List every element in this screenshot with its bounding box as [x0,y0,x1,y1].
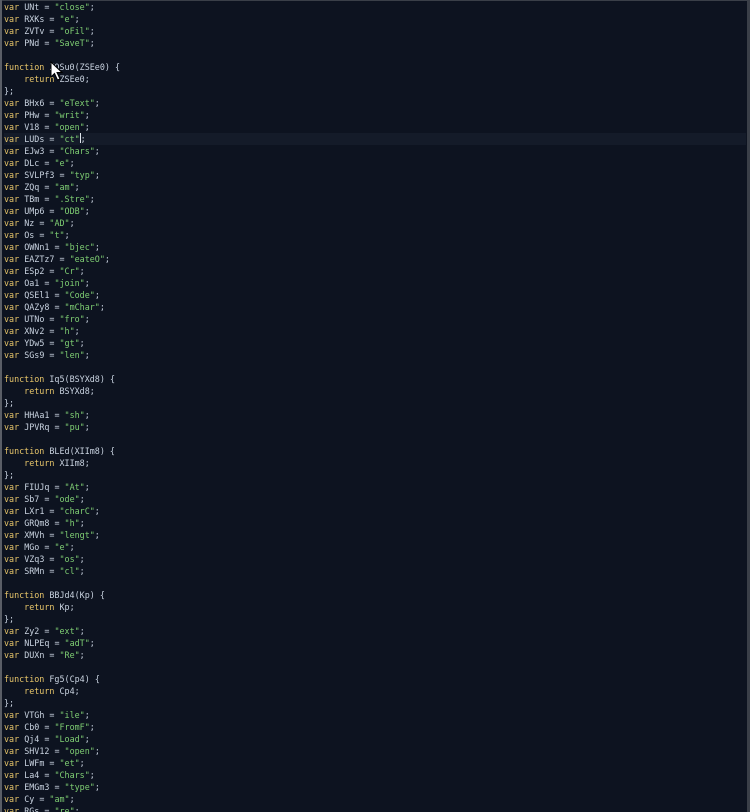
code-line[interactable]: var Nz = "AD"; [4,217,746,229]
code-line[interactable]: var FIUJq = "At"; [4,481,746,493]
code-line[interactable]: var UMp6 = "ODB"; [4,205,746,217]
code-line[interactable]: var RXKs = "e"; [4,13,746,25]
code-line[interactable]: }; [4,469,746,481]
code-line[interactable]: var LUDs = "ct"; [4,133,746,145]
code-line[interactable]: var SGs9 = "len"; [4,349,746,361]
code-line[interactable]: var TBm = ".Stre"; [4,193,746,205]
code-line[interactable]: var PNd = "SaveT"; [4,37,746,49]
code-line[interactable]: var XMVh = "lengt"; [4,529,746,541]
code-line[interactable]: var Cy = "am"; [4,793,746,805]
code-line[interactable]: var JPVRq = "pu"; [4,421,746,433]
code-line[interactable]: return Cp4; [4,685,746,697]
code-line[interactable]: var La4 = "Chars"; [4,769,746,781]
code-line[interactable]: var VTGh = "ile"; [4,709,746,721]
code-line[interactable]: function ZOSu0(ZSEe0) { [4,61,746,73]
code-line[interactable]: var DUXn = "Re"; [4,649,746,661]
code-line[interactable]: var EMGm3 = "type"; [4,781,746,793]
code-line[interactable]: var UTNo = "fro"; [4,313,746,325]
code-line[interactable]: var Sb7 = "ode"; [4,493,746,505]
code-line[interactable]: }; [4,613,746,625]
code-line[interactable]: var QAZy8 = "mChar"; [4,301,746,313]
code-line[interactable]: var Os = "t"; [4,229,746,241]
mouse-pointer-icon [50,61,64,81]
code-line[interactable]: function BLEd(XIIm8) { [4,445,746,457]
code-line[interactable]: var Qj4 = "Load"; [4,733,746,745]
code-line[interactable]: var MGo = "e"; [4,541,746,553]
code-line[interactable] [4,661,746,673]
editor-gutter [0,0,2,812]
code-line[interactable]: var QSEl1 = "Code"; [4,289,746,301]
code-line[interactable]: function BBJd4(Kp) { [4,589,746,601]
code-line[interactable]: function Iq5(BSYXd8) { [4,373,746,385]
code-line[interactable]: var GRQm8 = "h"; [4,517,746,529]
code-line[interactable]: return BSYXd8; [4,385,746,397]
code-line[interactable] [4,433,746,445]
code-line[interactable]: var SVLPf3 = "typ"; [4,169,746,181]
code-line[interactable] [4,577,746,589]
code-line[interactable]: return Kp; [4,601,746,613]
code-line[interactable]: var SRMn = "cl"; [4,565,746,577]
code-line[interactable]: }; [4,85,746,97]
code-line[interactable]: var ZVTv = "oFil"; [4,25,746,37]
code-line[interactable]: var OWNn1 = "bjec"; [4,241,746,253]
code-line[interactable]: var HHAa1 = "sh"; [4,409,746,421]
code-line[interactable]: var ZQq = "am"; [4,181,746,193]
code-line[interactable]: var UNt = "close"; [4,1,746,13]
code-line[interactable]: var ESp2 = "Cr"; [4,265,746,277]
code-line[interactable]: }; [4,397,746,409]
code-line[interactable] [4,49,746,61]
code-line[interactable]: return ZSEe0; [4,73,746,85]
code-line[interactable]: var PHw = "writ"; [4,109,746,121]
code-line[interactable]: var Oa1 = "join"; [4,277,746,289]
code-line[interactable]: var VZq3 = "os"; [4,553,746,565]
code-line[interactable]: var Zy2 = "ext"; [4,625,746,637]
code-line[interactable]: var EAZTz7 = "eateO"; [4,253,746,265]
code-line[interactable]: var LXr1 = "charC"; [4,505,746,517]
code-line[interactable]: var V18 = "open"; [4,121,746,133]
code-line[interactable] [4,361,746,373]
code-line[interactable]: var EJw3 = "Chars"; [4,145,746,157]
code-editor[interactable]: var UNt = "close"; var RXKs = "e"; var ZVT… [0,0,750,812]
code-text-area[interactable]: var UNt = "close"; var RXKs = "e"; var ZVT… [4,1,746,812]
code-line[interactable]: var SHV12 = "open"; [4,745,746,757]
code-line[interactable]: }; [4,697,746,709]
code-line[interactable]: var Cb0 = "FromF"; [4,721,746,733]
code-line[interactable]: var LWFm = "et"; [4,757,746,769]
code-line[interactable]: var BHx6 = "eText"; [4,97,746,109]
code-line[interactable]: return XIIm8; [4,457,746,469]
code-line[interactable]: var XNv2 = "h"; [4,325,746,337]
code-line[interactable]: var NLPEq = "adT"; [4,637,746,649]
code-line[interactable]: var YDw5 = "gt"; [4,337,746,349]
code-line[interactable]: function Fg5(Cp4) { [4,673,746,685]
code-line[interactable]: var RGs = "re"; [4,805,746,812]
code-line[interactable]: var DLc = "e"; [4,157,746,169]
